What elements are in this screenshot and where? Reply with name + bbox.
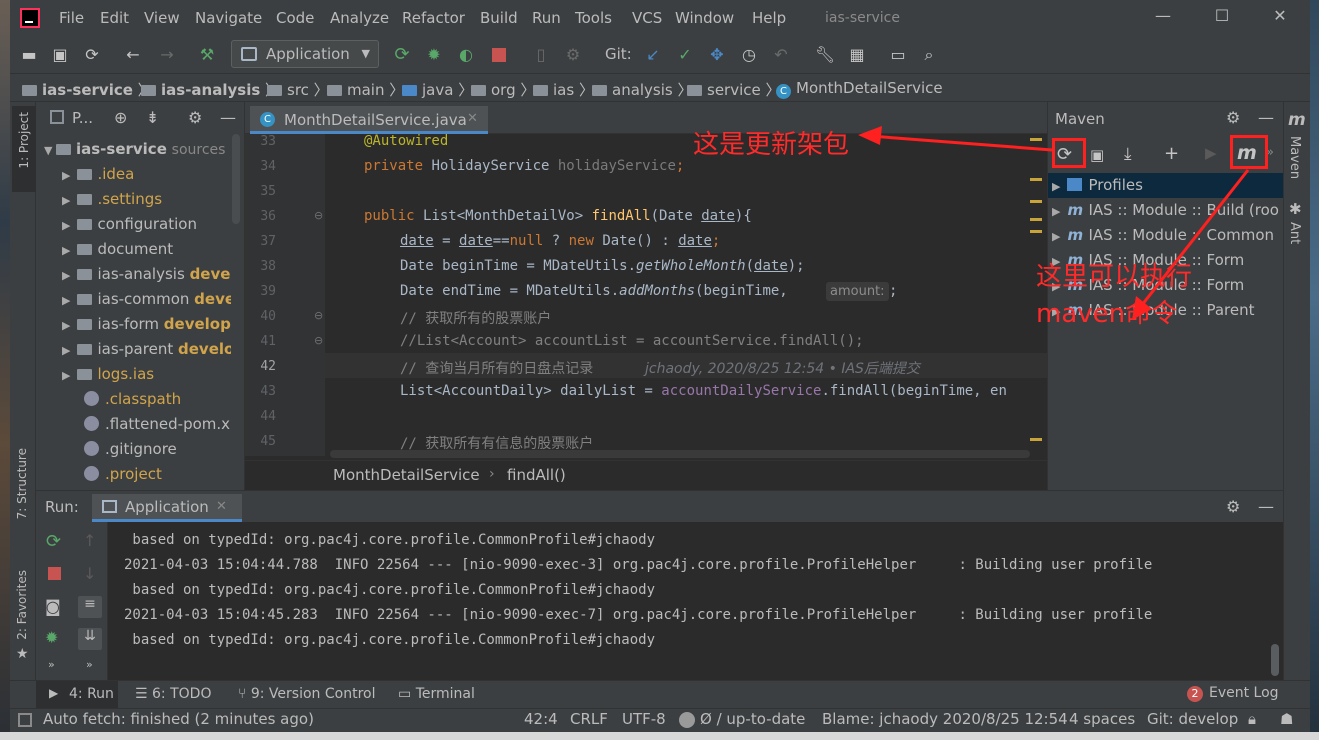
arrowhead xyxy=(858,126,882,145)
annotation-arrow-execute xyxy=(1136,169,1250,311)
annotation-arrow-reimport xyxy=(869,134,1053,152)
arrowhead xyxy=(1132,296,1152,320)
ide-window: File Edit View Navigate Code Analyze Ref… xyxy=(0,0,1319,740)
annotation-arrows xyxy=(858,126,1250,320)
